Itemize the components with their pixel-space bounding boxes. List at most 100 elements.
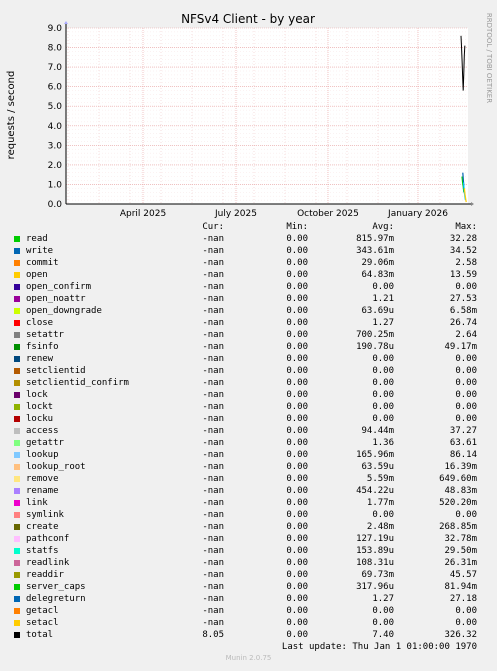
legend-avg: 153.89u	[356, 546, 394, 556]
legend-row-lookup-root: lookup_root -nan 0.00 63.59u 16.39m	[12, 461, 482, 473]
legend-max: 0.00	[455, 282, 477, 292]
legend-cur: -nan	[202, 390, 224, 400]
legend-max: 520.20m	[439, 498, 477, 508]
legend-row-getacl: getacl -nan 0.00 0.00 0.00	[12, 605, 482, 617]
legend-avg: 63.59u	[361, 462, 394, 472]
legend-min: 0.00	[286, 618, 308, 628]
legend-swatch	[14, 344, 20, 350]
legend-swatch	[14, 248, 20, 254]
legend-cur: -nan	[202, 510, 224, 520]
legend-name: server_caps	[26, 582, 86, 592]
legend-name: open_noattr	[26, 294, 86, 304]
legend-header-min: Min:	[286, 222, 308, 232]
legend-max: 0.00	[455, 510, 477, 520]
legend-avg: 165.96m	[356, 450, 394, 460]
legend-avg: 343.61m	[356, 246, 394, 256]
legend-cur: -nan	[202, 342, 224, 352]
legend-swatch	[14, 236, 20, 242]
legend-cur: -nan	[202, 438, 224, 448]
legend-cur: -nan	[202, 534, 224, 544]
legend-cur: -nan	[202, 522, 224, 532]
legend-name: lock	[26, 390, 48, 400]
legend-name: readlink	[26, 558, 70, 568]
legend-max: 32.78m	[444, 534, 477, 544]
legend: Cur: Min: Avg: Max: read -nan 0.00 815.97m 3…	[12, 221, 482, 653]
legend-cur: -nan	[202, 570, 224, 580]
legend-header-cur: Cur:	[202, 222, 224, 232]
legend-avg: 1.21	[372, 294, 394, 304]
legend-min: 0.00	[286, 306, 308, 316]
legend-swatch	[14, 596, 20, 602]
legend-swatch	[14, 476, 20, 482]
legend-cur: -nan	[202, 282, 224, 292]
legend-max: 268.85m	[439, 522, 477, 532]
legend-swatch	[14, 260, 20, 266]
legend-swatch	[14, 296, 20, 302]
legend-max: 0.00	[455, 390, 477, 400]
legend-max: 0.00	[455, 402, 477, 412]
legend-max: 649.60m	[439, 474, 477, 484]
legend-row-symlink: symlink -nan 0.00 0.00 0.00	[12, 509, 482, 521]
legend-row-delegreturn: delegreturn -nan 0.00 1.27 27.18	[12, 593, 482, 605]
legend-row-lockt: lockt -nan 0.00 0.00 0.00	[12, 401, 482, 413]
legend-name: lockt	[26, 402, 54, 412]
legend-cur: -nan	[202, 378, 224, 388]
legend-avg: 1.27	[372, 318, 394, 328]
legend-swatch	[14, 272, 20, 278]
y-tick-label: 7.0	[48, 63, 63, 73]
legend-row-setclientid: setclientid -nan 0.00 0.00 0.00	[12, 365, 482, 377]
x-tick-label: April 2025	[120, 209, 166, 219]
legend-swatch	[14, 500, 20, 506]
legend-row-remove: remove -nan 0.00 5.59m 649.60m	[12, 473, 482, 485]
legend-avg: 0.00	[372, 510, 394, 520]
legend-name: getacl	[26, 606, 59, 616]
legend-cur: -nan	[202, 306, 224, 316]
legend-min: 0.00	[286, 282, 308, 292]
x-axis-arrow	[471, 202, 474, 206]
legend-cur: -nan	[202, 294, 224, 304]
legend-min: 0.00	[286, 522, 308, 532]
legend-row-open-downgrade: open_downgrade -nan 0.00 63.69u 6.58m	[12, 305, 482, 317]
legend-name: read	[26, 234, 48, 244]
last-update: Last update: Thu Jan 1 01:00:00 1970	[281, 642, 477, 652]
chart-title: NFSv4 Client - by year	[181, 12, 315, 26]
legend-avg: 190.78u	[356, 342, 394, 352]
legend-cur: -nan	[202, 402, 224, 412]
legend-swatch	[14, 488, 20, 494]
legend-cur: -nan	[202, 426, 224, 436]
legend-name: open	[26, 270, 48, 280]
legend-name: write	[26, 246, 54, 256]
legend-avg: 0.00	[372, 282, 394, 292]
legend-avg: 69.73m	[361, 570, 394, 580]
legend-min: 0.00	[286, 486, 308, 496]
legend-name: close	[26, 318, 54, 328]
legend-avg: 108.31u	[356, 558, 394, 568]
legend-avg: 1.77m	[366, 498, 394, 508]
legend-swatch	[14, 320, 20, 326]
legend-cur: -nan	[202, 594, 224, 604]
legend-avg: 5.59m	[366, 474, 394, 484]
legend-avg: 700.25m	[356, 330, 394, 340]
legend-swatch	[14, 380, 20, 386]
legend-max: 16.39m	[444, 462, 477, 472]
legend-max: 0.00	[455, 366, 477, 376]
legend-avg: 0.00	[372, 618, 394, 628]
legend-avg: 94.44m	[361, 426, 394, 436]
legend-header: Cur: Min: Avg: Max:	[12, 221, 482, 233]
legend-min: 0.00	[286, 546, 308, 556]
legend-row-open-noattr: open_noattr -nan 0.00 1.21 27.53	[12, 293, 482, 305]
legend-min: 0.00	[286, 534, 308, 544]
legend-cur: -nan	[202, 474, 224, 484]
legend-name: pathconf	[26, 534, 70, 544]
legend-max: 29.50m	[444, 546, 477, 556]
legend-swatch	[14, 464, 20, 470]
legend-avg: 815.97m	[356, 234, 394, 244]
legend-max: 0.00	[455, 618, 477, 628]
legend-swatch	[14, 632, 20, 638]
legend-min: 0.00	[286, 330, 308, 340]
legend-name: lookup	[26, 450, 59, 460]
y-tick-label: 2.0	[48, 161, 63, 171]
legend-row-lookup: lookup -nan 0.00 165.96m 86.14	[12, 449, 482, 461]
legend-name: lookup_root	[26, 462, 86, 472]
legend-max: 0.00	[455, 354, 477, 364]
